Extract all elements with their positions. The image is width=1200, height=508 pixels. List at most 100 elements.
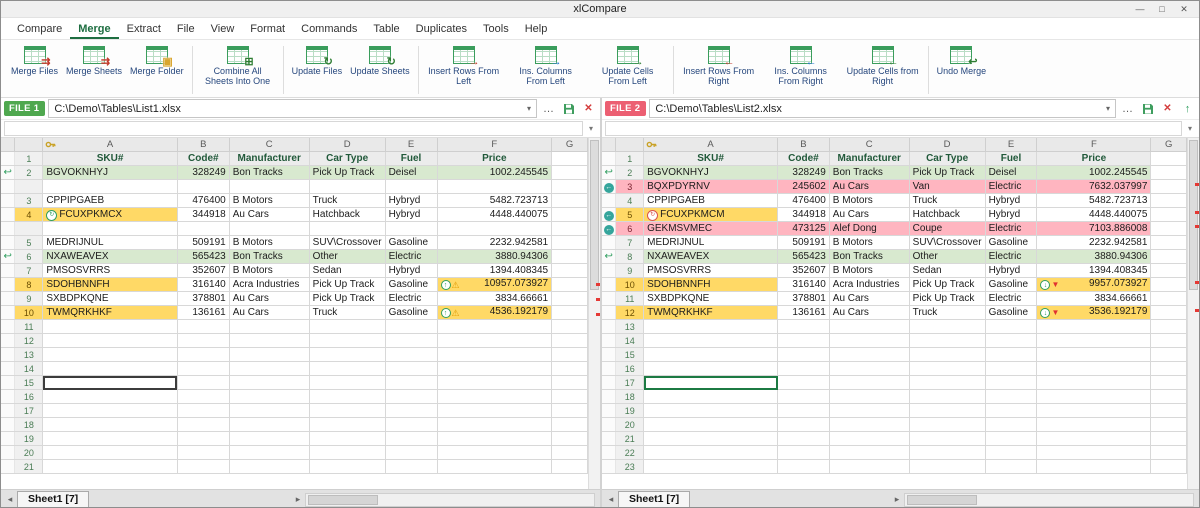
tab-nav-left-icon[interactable]: ◂ <box>3 494 17 505</box>
cell[interactable] <box>777 403 830 418</box>
column-header-g[interactable]: G <box>1150 138 1187 152</box>
cell[interactable] <box>985 417 1038 432</box>
cell[interactable]: 344918 <box>177 207 230 222</box>
cell[interactable] <box>42 221 178 236</box>
cell[interactable] <box>643 431 779 446</box>
cell[interactable] <box>777 375 830 390</box>
cell[interactable] <box>1150 193 1187 208</box>
toolbar-button-update-cells-from-right[interactable]: ← Update Cells from Right <box>842 44 924 87</box>
cell[interactable]: Car Type <box>309 151 386 166</box>
cell[interactable]: CPPIPGAEB <box>42 193 178 208</box>
cell[interactable]: Fuel <box>385 151 438 166</box>
cell[interactable]: 1002.245545 <box>1036 165 1152 180</box>
toolbar-button-update-sheets[interactable]: ↻ Update Sheets <box>346 44 414 77</box>
cell[interactable] <box>437 179 553 194</box>
row-number[interactable]: 11 <box>615 291 645 306</box>
cell[interactable] <box>829 361 910 376</box>
cell[interactable] <box>229 361 310 376</box>
cell[interactable] <box>229 445 310 460</box>
row-number[interactable]: 18 <box>14 417 44 432</box>
cell[interactable] <box>829 459 910 474</box>
cell[interactable] <box>437 417 553 432</box>
cell[interactable]: Gasoline <box>385 305 438 320</box>
cell[interactable] <box>385 403 438 418</box>
cell[interactable] <box>229 221 310 236</box>
cell[interactable] <box>42 333 178 348</box>
cell[interactable] <box>643 459 779 474</box>
row-number[interactable]: 1 <box>14 151 44 166</box>
cell[interactable]: Electric <box>985 221 1038 236</box>
formula-expand-icon[interactable]: ▾ <box>1184 124 1196 133</box>
menu-item-merge[interactable]: Merge <box>70 20 119 39</box>
cell[interactable]: Truck <box>909 193 986 208</box>
cell[interactable] <box>309 445 386 460</box>
cell[interactable]: Gasoline <box>985 277 1038 292</box>
row-number[interactable]: 9 <box>615 263 645 278</box>
cell[interactable] <box>177 445 230 460</box>
cell[interactable] <box>643 361 779 376</box>
dropdown-chevron-icon[interactable]: ▾ <box>527 104 531 113</box>
cell[interactable]: 3834.66661 <box>437 291 553 306</box>
row-number[interactable]: 19 <box>615 403 645 418</box>
cell[interactable] <box>985 445 1038 460</box>
row-number[interactable]: 17 <box>615 375 645 390</box>
cell[interactable] <box>42 179 178 194</box>
cell[interactable] <box>1036 445 1152 460</box>
cell[interactable] <box>1150 347 1187 362</box>
merged-row-icon[interactable]: ↩ <box>605 251 613 262</box>
cell[interactable] <box>985 361 1038 376</box>
cell[interactable]: Acra Industries <box>829 277 910 292</box>
menu-item-file[interactable]: File <box>169 20 203 39</box>
cell[interactable]: SKU# <box>643 151 779 166</box>
column-header-f[interactable]: F <box>437 138 553 152</box>
column-header-c[interactable]: C <box>229 138 310 152</box>
cell[interactable]: Van <box>909 179 986 194</box>
cell[interactable] <box>1150 361 1187 376</box>
cell[interactable]: Gasoline <box>985 305 1038 320</box>
cell[interactable]: 378801 <box>177 291 230 306</box>
menu-item-view[interactable]: View <box>203 20 243 39</box>
cell[interactable]: BGVOKNHYJ <box>42 165 178 180</box>
cell[interactable]: 476400 <box>777 193 830 208</box>
cell[interactable] <box>437 403 553 418</box>
cell[interactable] <box>551 431 588 446</box>
cell[interactable] <box>1150 207 1187 222</box>
cell[interactable] <box>1150 403 1187 418</box>
cell[interactable]: 476400 <box>177 193 230 208</box>
cell[interactable]: 245602 <box>777 179 830 194</box>
cell[interactable] <box>1150 165 1187 180</box>
cell[interactable] <box>1150 417 1187 432</box>
formula-expand-icon[interactable]: ▾ <box>585 124 597 133</box>
cell[interactable] <box>643 333 779 348</box>
toolbar-button-merge-files[interactable]: ⇉ Merge Files <box>7 44 62 77</box>
row-number[interactable]: 11 <box>14 319 44 334</box>
row-number[interactable]: 13 <box>14 347 44 362</box>
column-header-c[interactable]: C <box>829 138 910 152</box>
cell[interactable] <box>985 403 1038 418</box>
cell[interactable] <box>829 333 910 348</box>
horizontal-scrollbar[interactable] <box>904 492 1194 507</box>
formula-input[interactable] <box>4 121 583 136</box>
row-number[interactable]: 20 <box>615 417 645 432</box>
cell[interactable] <box>177 333 230 348</box>
column-header-b[interactable]: B <box>777 138 830 152</box>
toolbar-button-merge-folder[interactable]: ▣ Merge Folder <box>126 44 188 77</box>
cell[interactable] <box>229 389 310 404</box>
cell[interactable] <box>909 389 986 404</box>
column-header-d[interactable]: D <box>909 138 986 152</box>
cell[interactable]: 3834.66661 <box>1036 291 1152 306</box>
cell[interactable] <box>229 333 310 348</box>
row-number[interactable]: 12 <box>615 305 645 320</box>
cell[interactable] <box>177 417 230 432</box>
cell[interactable]: 316140 <box>777 277 830 292</box>
cell[interactable] <box>437 221 553 236</box>
browse-file-button[interactable]: … <box>1119 100 1136 117</box>
row-number[interactable]: 10 <box>615 277 645 292</box>
row-number[interactable]: 10 <box>14 305 44 320</box>
cell[interactable] <box>909 333 986 348</box>
cell[interactable]: Other <box>909 249 986 264</box>
cell[interactable] <box>437 319 553 334</box>
toolbar-button-update-cells-from-left[interactable]: → Update Cells From Left <box>587 44 669 87</box>
vertical-scrollbar-thumb[interactable] <box>1189 140 1198 290</box>
row-number[interactable]: 4 <box>615 193 645 208</box>
